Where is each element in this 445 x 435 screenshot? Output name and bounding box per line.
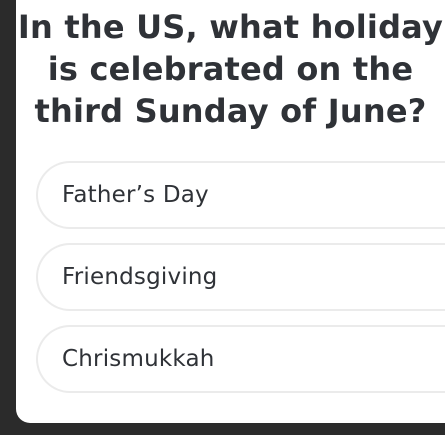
bottom-edge xyxy=(16,423,445,435)
answer-option-chrismukkah[interactable]: Chrismukkah xyxy=(36,325,445,393)
answer-option-label: Friendsgiving xyxy=(62,264,218,290)
question-text: In the US, what holiday is celebrated on… xyxy=(17,8,444,130)
answer-option-label: Father’s Day xyxy=(62,182,209,208)
answer-option-label: Chrismukkah xyxy=(62,346,215,372)
answer-option-friendsgiving[interactable]: Friendsgiving xyxy=(36,243,445,311)
answer-option-fathers-day[interactable]: Father’s Day xyxy=(36,161,445,229)
quiz-screen: In the US, what holiday is celebrated on… xyxy=(0,0,445,435)
